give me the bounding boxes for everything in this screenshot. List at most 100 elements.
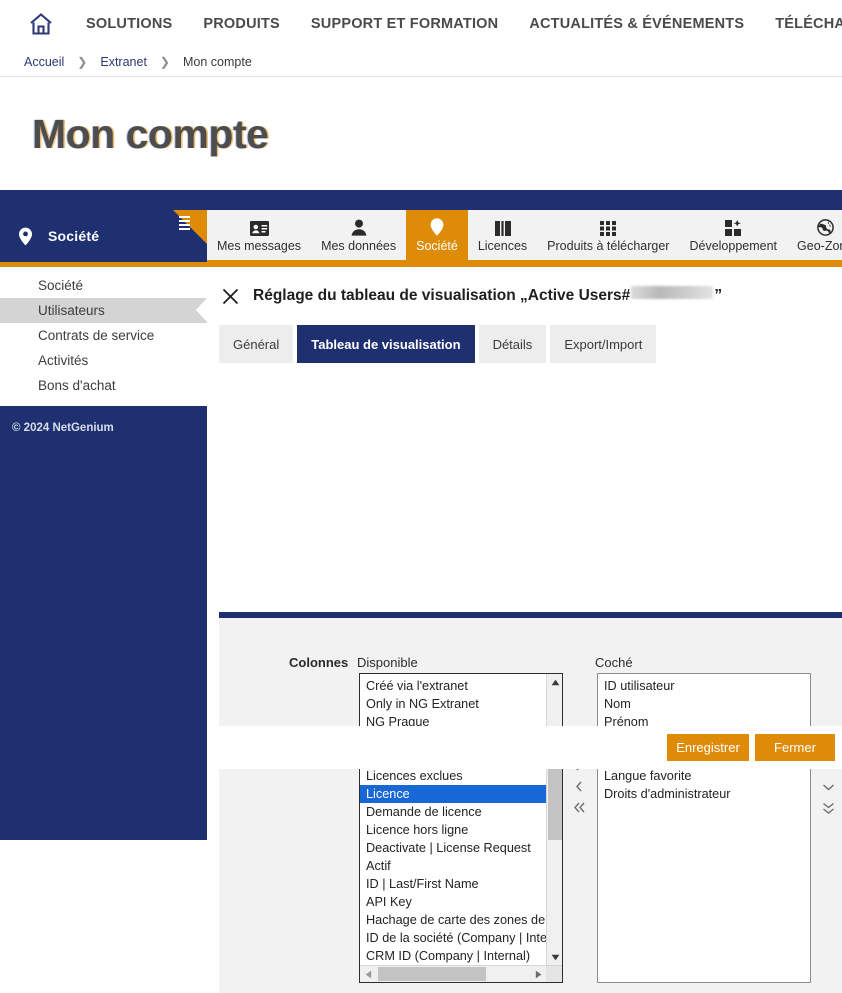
tab-mes-donnees[interactable]: Mes données xyxy=(311,210,406,260)
list-item[interactable]: Créé via l'extranet xyxy=(360,677,546,695)
topnav-item-telechargements[interactable]: TÉLÉCHARGEMENTS xyxy=(775,16,842,32)
sidebar-item-bons-dachat[interactable]: Bons d'achat xyxy=(0,373,207,398)
breadcrumb: Accueil ❯ Extranet ❯ Mon compte xyxy=(0,47,842,77)
tab-label: Société xyxy=(416,239,458,253)
list-item[interactable]: Hachage de carte des zones de cha xyxy=(360,911,546,929)
checked-columns-listbox[interactable]: ID utilisateur Nom Prénom E-mail Télépho… xyxy=(597,673,811,983)
list-item-selected[interactable]: Licence xyxy=(360,785,546,803)
tab-produits-a-telecharger[interactable]: Produits à télécharger xyxy=(537,210,679,260)
scroll-down-icon[interactable] xyxy=(547,949,562,965)
tab-developpement[interactable]: Développement xyxy=(679,210,787,260)
checked-label: Coché xyxy=(595,655,633,670)
tab-geo-zone[interactable]: Geo-Zone xyxy=(787,210,842,260)
title-divider xyxy=(0,190,842,197)
available-list-vertical-scrollbar[interactable] xyxy=(546,674,562,965)
checked-columns-items: ID utilisateur Nom Prénom E-mail Télépho… xyxy=(598,674,810,982)
home-icon[interactable] xyxy=(26,9,56,39)
remove-button[interactable] xyxy=(567,776,591,797)
list-item[interactable]: Actif xyxy=(360,857,546,875)
topnav-item-solutions[interactable]: SOLUTIONS xyxy=(86,16,172,32)
tab-tableau-de-visualisation[interactable]: Tableau de visualisation xyxy=(297,325,475,363)
breadcrumb-item-accueil[interactable]: Accueil xyxy=(24,55,64,69)
scroll-right-icon[interactable] xyxy=(530,966,546,982)
sidebar-item-utilisateurs[interactable]: Utilisateurs xyxy=(0,298,207,323)
list-item[interactable]: ID de la société (Company | Interna xyxy=(360,929,546,947)
list-item[interactable]: API Key xyxy=(360,893,546,911)
map-pin-icon xyxy=(430,217,444,236)
map-pin-icon xyxy=(16,227,34,245)
dialog-title-prefix: Réglage du tableau de visualisation „Act… xyxy=(253,287,631,304)
available-list-horizontal-scrollbar[interactable] xyxy=(360,965,562,982)
breadcrumb-separator: ❯ xyxy=(77,54,88,69)
breadcrumb-item-extranet[interactable]: Extranet xyxy=(100,55,147,69)
breadcrumb-separator: ❯ xyxy=(159,54,170,69)
list-item[interactable]: Licences exclues xyxy=(360,767,546,785)
sidebar-item-label: Société xyxy=(38,278,84,293)
dialog-title-suffix: ” xyxy=(714,287,723,304)
list-item[interactable]: Demande de licence xyxy=(360,803,546,821)
topnav-item-support[interactable]: SUPPORT ET FORMATION xyxy=(311,16,498,32)
chevron-left-icon xyxy=(576,781,582,792)
save-button[interactable]: Enregistrer xyxy=(667,734,749,761)
tab-general[interactable]: Général xyxy=(219,325,294,363)
sidebar-item-label: Utilisateurs xyxy=(38,303,105,318)
dialog-header: Réglage du tableau de visualisation „Act… xyxy=(207,267,842,307)
list-item[interactable]: Licence hors ligne xyxy=(360,821,546,839)
tab-label: Mes messages xyxy=(217,239,302,253)
list-item[interactable]: Nom xyxy=(598,695,810,713)
double-chevron-down-icon xyxy=(822,802,834,814)
page-title: Mon compte xyxy=(32,111,269,157)
scrollbar-thumb[interactable] xyxy=(548,762,562,840)
corner-ribbon-icon xyxy=(173,210,207,244)
list-item[interactable]: Droits d'administrateur xyxy=(598,785,810,803)
topnav-item-actualites[interactable]: ACTUALITÉS & ÉVÉNEMENTS xyxy=(529,16,744,32)
tab-label: Tableau de visualisation xyxy=(311,336,461,352)
module-tab-accent-divider xyxy=(207,260,842,267)
tab-label: Développement xyxy=(689,239,778,253)
close-button[interactable]: Fermer xyxy=(755,734,835,761)
blocks-icon xyxy=(724,217,742,236)
list-item[interactable]: ID utilisateur xyxy=(598,677,810,695)
columns-settings-panel: Colonnes Disponible Coché Créé via l'ext… xyxy=(219,618,842,993)
tab-export-import[interactable]: Export/Import xyxy=(550,325,657,363)
tab-label: Détails xyxy=(492,336,533,352)
available-columns-listbox[interactable]: Créé via l'extranet Only in NG Extranet … xyxy=(359,673,563,983)
scroll-left-icon[interactable] xyxy=(360,966,376,982)
tab-label: Geo-Zone xyxy=(797,239,842,253)
list-item[interactable]: Langue favorite xyxy=(598,767,810,785)
tab-mes-messages[interactable]: Mes messages xyxy=(207,210,311,260)
topnav-item-produits[interactable]: PRODUITS xyxy=(203,16,280,32)
book-icon xyxy=(494,217,511,236)
copyright-text: © 2024 NetGenium xyxy=(12,422,114,434)
available-columns-items: Créé via l'extranet Only in NG Extranet … xyxy=(360,674,546,982)
tab-label: Licences xyxy=(477,239,528,253)
grid-icon xyxy=(600,217,617,236)
scroll-up-icon[interactable] xyxy=(547,674,562,690)
close-icon[interactable] xyxy=(219,285,241,307)
sidebar-item-label: Contrats de service xyxy=(38,328,155,343)
sidebar-menu: Société Utilisateurs Contrats de service… xyxy=(0,267,207,406)
scrollbar-thumb[interactable] xyxy=(378,967,486,981)
remove-all-button[interactable] xyxy=(567,797,591,818)
sidebar-header-societe[interactable]: Société xyxy=(0,210,207,262)
columns-label: Colonnes xyxy=(289,655,349,670)
list-item[interactable]: Deactivate | License Request xyxy=(360,839,546,857)
sidebar: Société Société Utilisateurs Contrats de… xyxy=(0,210,207,840)
list-item[interactable]: CRM ID (Company | Internal) xyxy=(360,947,546,965)
sidebar-item-societe[interactable]: Société xyxy=(0,273,207,298)
list-item[interactable]: ID | Last/First Name xyxy=(360,875,546,893)
scrollbar-corner xyxy=(546,966,562,982)
redacted-value xyxy=(631,286,714,299)
globe-icon xyxy=(816,217,834,236)
top-navigation: SOLUTIONS PRODUITS SUPPORT ET FORMATION … xyxy=(0,0,842,47)
chevron-down-icon xyxy=(822,783,834,790)
list-item[interactable]: Only in NG Extranet xyxy=(360,695,546,713)
sidebar-item-contrats-de-service[interactable]: Contrats de service xyxy=(0,323,207,348)
tab-societe[interactable]: Société xyxy=(406,210,468,260)
move-down-button[interactable] xyxy=(816,776,840,797)
move-bottom-button[interactable] xyxy=(816,797,840,818)
module-tab-bar: Mes messages Mes données Société Licence… xyxy=(207,210,842,260)
tab-licences[interactable]: Licences xyxy=(468,210,537,260)
tab-details[interactable]: Détails xyxy=(478,325,547,363)
sidebar-item-activites[interactable]: Activités xyxy=(0,348,207,373)
